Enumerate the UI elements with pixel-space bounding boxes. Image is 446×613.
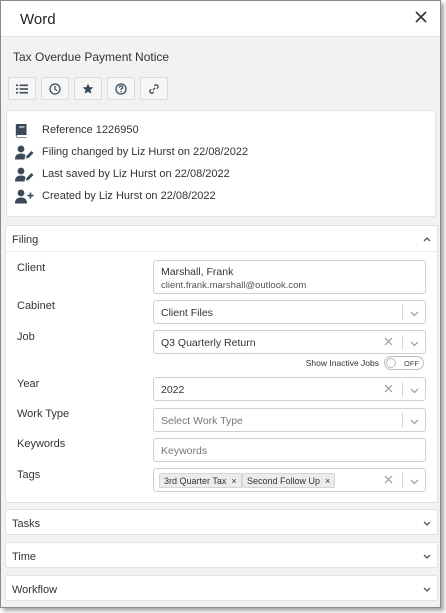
user-edit-icon bbox=[15, 145, 34, 159]
year-label: Year bbox=[17, 378, 40, 390]
chevron-down-icon bbox=[423, 521, 431, 526]
job-value: Q3 Quarterly Return bbox=[161, 337, 256, 349]
time-title: Time bbox=[12, 551, 37, 563]
chevron-down-icon bbox=[423, 554, 431, 559]
work-type-label: Work Type bbox=[17, 408, 70, 420]
reference-row: Reference 1226950 bbox=[15, 121, 139, 139]
help-button[interactable] bbox=[107, 77, 135, 100]
work-type-select[interactable]: Select Work Type bbox=[153, 408, 426, 432]
filing-title: Filing bbox=[12, 234, 39, 246]
tag-remove-button[interactable]: × bbox=[325, 476, 330, 486]
clear-icon bbox=[384, 384, 393, 393]
filing-changed-row: Filing changed by Liz Hurst on 22/08/202… bbox=[15, 143, 248, 161]
keywords-label: Keywords bbox=[17, 438, 66, 450]
show-inactive-jobs-label: Show Inactive Jobs bbox=[305, 358, 379, 368]
toggle-state: OFF bbox=[404, 359, 419, 368]
created-row: Created by Liz Hurst on 22/08/2022 bbox=[15, 187, 216, 205]
history-button[interactable] bbox=[41, 77, 69, 100]
client-name: Marshall, Frank bbox=[161, 266, 234, 278]
book-icon bbox=[15, 123, 27, 138]
year-clear-button[interactable] bbox=[384, 384, 393, 396]
keywords-placeholder: Keywords bbox=[161, 445, 208, 457]
help-icon bbox=[115, 82, 127, 95]
list-button[interactable] bbox=[8, 77, 36, 100]
chevron-down-icon bbox=[410, 388, 419, 394]
tags-label: Tags bbox=[17, 469, 41, 481]
tags-input[interactable]: 3rd Quarter Tax × Second Follow Up × bbox=[153, 468, 426, 492]
created-text: Created by Liz Hurst on 22/08/2022 bbox=[42, 190, 216, 202]
filing-section: Filing Client Marshall, Frank client.fra… bbox=[5, 225, 438, 503]
filing-changed-text: Filing changed by Liz Hurst on 22/08/202… bbox=[42, 146, 249, 158]
pane-title: Word bbox=[20, 11, 56, 28]
keywords-input[interactable]: Keywords bbox=[153, 438, 426, 462]
job-label: Job bbox=[17, 331, 35, 343]
toolbar bbox=[8, 77, 168, 100]
star-icon bbox=[82, 83, 94, 94]
word-task-pane: Word Tax Overdue Payment Notice Referenc… bbox=[0, 0, 441, 608]
chevron-up-icon bbox=[423, 237, 431, 242]
chevron-down-icon bbox=[410, 311, 419, 317]
document-title: Tax Overdue Payment Notice bbox=[13, 50, 170, 64]
filing-header[interactable]: Filing bbox=[6, 226, 437, 252]
year-value: 2022 bbox=[161, 384, 185, 396]
user-plus-icon bbox=[15, 189, 34, 203]
show-inactive-jobs-row: Show Inactive Jobs OFF bbox=[153, 356, 426, 370]
time-section[interactable]: Time bbox=[5, 542, 438, 568]
document-info-panel: Reference 1226950 Filing changed by Liz … bbox=[6, 110, 436, 217]
cabinet-value: Client Files bbox=[161, 307, 213, 319]
workflow-section[interactable]: Workflow bbox=[5, 575, 438, 601]
tag-chip: 3rd Quarter Tax × bbox=[159, 473, 242, 488]
client-label: Client bbox=[17, 262, 46, 274]
clear-icon bbox=[384, 337, 393, 346]
clock-icon bbox=[49, 82, 61, 95]
tasks-section[interactable]: Tasks bbox=[5, 509, 438, 535]
cabinet-label: Cabinet bbox=[17, 300, 55, 312]
clear-icon bbox=[384, 475, 393, 484]
job-clear-button[interactable] bbox=[384, 337, 393, 349]
chevron-down-icon bbox=[423, 587, 431, 592]
tasks-title: Tasks bbox=[12, 518, 41, 530]
client-email: client.frank.marshall@outlook.com bbox=[161, 280, 307, 291]
year-select[interactable]: 2022 bbox=[153, 377, 426, 401]
job-select[interactable]: Q3 Quarterly Return bbox=[153, 330, 426, 354]
link-button[interactable] bbox=[140, 77, 168, 100]
chevron-down-icon bbox=[410, 479, 419, 485]
tag-remove-button[interactable]: × bbox=[231, 476, 236, 486]
chevron-down-icon bbox=[410, 341, 419, 347]
pane-titlebar: Word bbox=[1, 1, 440, 37]
cabinet-select[interactable]: Client Files bbox=[153, 300, 426, 324]
client-field[interactable]: Marshall, Frank client.frank.marshall@ou… bbox=[153, 260, 426, 294]
tag-label: 3rd Quarter Tax bbox=[164, 475, 227, 486]
show-inactive-jobs-toggle[interactable]: OFF bbox=[384, 356, 424, 370]
close-icon bbox=[415, 11, 427, 23]
tag-chip: Second Follow Up × bbox=[242, 473, 336, 488]
work-type-placeholder: Select Work Type bbox=[161, 415, 243, 427]
workflow-title: Workflow bbox=[12, 584, 58, 596]
link-icon bbox=[149, 83, 159, 94]
user-edit-icon bbox=[15, 167, 34, 181]
tag-label: Second Follow Up bbox=[247, 475, 321, 486]
reference-text: Reference 1226950 bbox=[42, 124, 139, 136]
chevron-down-icon bbox=[410, 419, 419, 425]
close-button[interactable] bbox=[410, 6, 432, 28]
favorite-button[interactable] bbox=[74, 77, 102, 100]
tags-clear-button[interactable] bbox=[384, 475, 393, 487]
list-icon bbox=[16, 84, 28, 93]
last-saved-row: Last saved by Liz Hurst on 22/08/2022 bbox=[15, 165, 230, 183]
last-saved-text: Last saved by Liz Hurst on 22/08/2022 bbox=[42, 168, 230, 180]
